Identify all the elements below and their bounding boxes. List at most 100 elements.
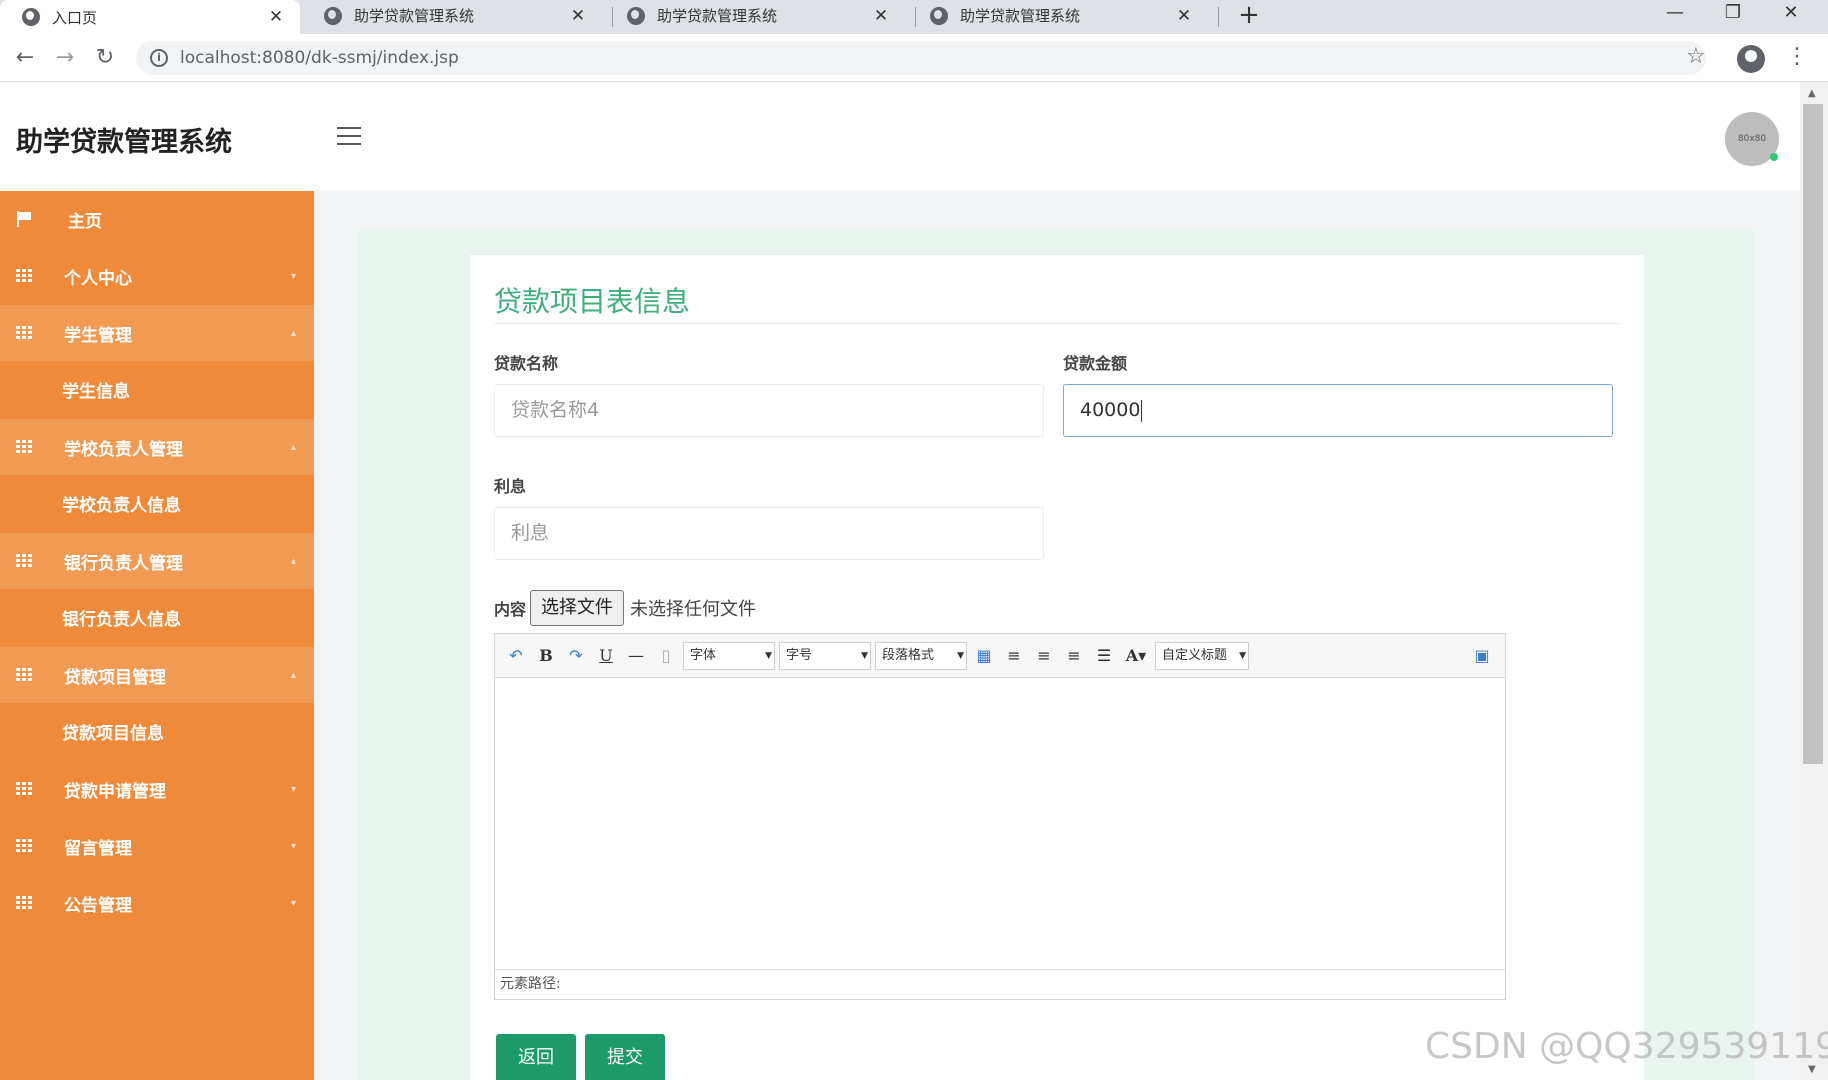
undo-icon[interactable]: ↶ xyxy=(503,643,529,669)
blank-page-icon[interactable]: ▯ xyxy=(653,643,679,669)
dropdown-arrow-icon: ▼ xyxy=(861,650,868,661)
interest-label: 利息 xyxy=(494,477,527,496)
fullscreen-icon[interactable]: ▣ xyxy=(1469,643,1495,669)
sidebar-item-loan-application-management[interactable]: 贷款申请管理 ▾ xyxy=(0,761,314,817)
font-size-select[interactable]: 字号 ▼ xyxy=(779,641,871,670)
sidebar-item-announcement-management[interactable]: 公告管理 ▾ xyxy=(0,875,314,931)
browser-tab-2[interactable]: 助学贷款管理系统 ✕ xyxy=(302,0,602,31)
app-header: 助学贷款管理系统 80x80 xyxy=(0,82,1800,191)
bookmark-star-icon[interactable]: ☆ xyxy=(1686,44,1706,69)
sidebar-item-loan-project-management[interactable]: 贷款项目管理 ▴ xyxy=(0,647,314,703)
editor-toolbar: ↶ B ↷ U — ▯ 字体 ▼ 字号 ▼ 段落格式 ▼ ▦ ≡ ≡ ≡ ☰ A▾ 自… xyxy=(495,634,1505,678)
sidebar-item-home[interactable]: 主页 xyxy=(0,191,314,247)
tab-title: 助学贷款管理系统 xyxy=(354,7,475,25)
font-family-select-label: 字体 xyxy=(690,647,717,663)
sidebar-item-student-management[interactable]: 学生管理 ▴ xyxy=(0,305,314,361)
window-close-button[interactable]: ✕ xyxy=(1766,0,1816,30)
restore-button[interactable]: ❐ xyxy=(1708,0,1758,30)
forward-arrow-icon[interactable]: → xyxy=(50,44,80,74)
scroll-up-arrow-icon[interactable]: ▲ xyxy=(1808,88,1816,99)
sidebar-item-label: 公告管理 xyxy=(64,895,132,916)
loan-name-label: 贷款名称 xyxy=(494,354,559,373)
title-divider xyxy=(494,323,1620,324)
back-arrow-icon[interactable]: ← xyxy=(10,44,40,74)
new-tab-button[interactable]: + xyxy=(1234,0,1264,31)
browser-tab-4[interactable]: 助学贷款管理系统 ✕ xyxy=(908,0,1208,31)
scrollbar-thumb[interactable] xyxy=(1803,104,1823,764)
globe-icon xyxy=(324,6,342,25)
paragraph-format-select-label: 段落格式 xyxy=(882,647,935,663)
globe-icon xyxy=(627,6,645,25)
bold-icon[interactable]: B xyxy=(533,643,559,669)
minimize-button[interactable]: — xyxy=(1650,0,1700,30)
sidebar: 主页 个人中心 ▾ 学生管理 ▴ 学生信息 学校负责人管理 ▴ 学校负责人信息 … xyxy=(0,191,314,1080)
avatar-placeholder-text: 80x80 xyxy=(1737,134,1767,144)
tab-title: 助学贷款管理系统 xyxy=(960,7,1081,25)
font-family-select[interactable]: 字体 ▼ xyxy=(683,641,775,670)
dropdown-arrow-icon: ▼ xyxy=(957,650,964,661)
grid-icon xyxy=(16,668,32,682)
loan-project-form-card: 贷款项目表信息 贷款名称 贷款名称4 贷款金额 40000 利息 利息 内容 选… xyxy=(470,255,1644,1080)
editor-content-area[interactable] xyxy=(495,679,1505,969)
sidebar-item-bank-manager-management[interactable]: 银行负责人管理 ▴ xyxy=(0,533,314,589)
submit-button[interactable]: 提交 xyxy=(585,1034,665,1080)
sidebar-subitem-student-info[interactable]: 学生信息 xyxy=(0,361,314,417)
sidebar-item-label: 留言管理 xyxy=(64,838,132,859)
loan-amount-field[interactable]: 40000 xyxy=(1063,384,1613,437)
sidebar-item-label: 银行负责人管理 xyxy=(64,553,183,574)
url-text: localhost:8080/dk-ssmj/index.jsp xyxy=(180,48,459,68)
sidebar-item-school-manager-management[interactable]: 学校负责人管理 ▴ xyxy=(0,419,314,475)
sidebar-item-personal-center[interactable]: 个人中心 ▾ xyxy=(0,248,314,304)
interest-field[interactable]: 利息 xyxy=(494,507,1044,560)
horizontal-rule-icon[interactable]: — xyxy=(623,643,649,669)
paragraph-format-select[interactable]: 段落格式 ▼ xyxy=(875,641,967,670)
dropdown-arrow-icon: ▼ xyxy=(1239,650,1246,661)
loan-amount-label: 贷款金额 xyxy=(1063,354,1128,373)
loan-name-field[interactable]: 贷款名称4 xyxy=(494,384,1044,437)
align-center-icon[interactable]: ≡ xyxy=(1061,643,1087,669)
browser-menu-icon[interactable]: ⋮ xyxy=(1786,44,1808,69)
underline-icon[interactable]: U xyxy=(593,643,619,669)
choose-file-button[interactable]: 选择文件 xyxy=(530,590,625,626)
tab-title: 入口页 xyxy=(52,8,98,27)
flag-icon xyxy=(17,211,31,227)
align-justify-icon[interactable]: ☰ xyxy=(1091,643,1117,669)
address-bar[interactable]: i localhost:8080/dk-ssmj/index.jsp xyxy=(136,41,1706,75)
site-info-icon[interactable]: i xyxy=(150,49,168,67)
redo-icon[interactable]: ↷ xyxy=(563,643,589,669)
close-tab-icon[interactable]: ✕ xyxy=(871,6,891,26)
sidebar-item-label: 学校负责人管理 xyxy=(64,439,183,460)
close-tab-icon[interactable]: ✕ xyxy=(266,7,286,27)
content-upload-row: 内容 选择文件 未选择任何文件 xyxy=(494,590,756,626)
align-right-icon[interactable]: ≡ xyxy=(1031,643,1057,669)
chevron-up-icon: ▴ xyxy=(290,327,296,339)
page-scrollbar[interactable]: ▲ ▼ xyxy=(1800,82,1828,1080)
custom-heading-select[interactable]: 自定义标题 ▼ xyxy=(1155,641,1249,670)
reload-icon[interactable]: ↻ xyxy=(90,44,120,74)
account-icon[interactable] xyxy=(1737,45,1765,73)
menu-toggle-icon[interactable] xyxy=(337,127,361,145)
sidebar-subitem-bank-manager-info[interactable]: 银行负责人信息 xyxy=(0,589,314,645)
globe-icon xyxy=(930,6,948,25)
align-left-icon[interactable]: ≡ xyxy=(1001,643,1027,669)
sidebar-subitem-loan-project-info[interactable]: 贷款项目信息 xyxy=(0,703,314,759)
back-button[interactable]: 返回 xyxy=(496,1034,576,1080)
grid-icon xyxy=(16,554,32,568)
browser-tab-bar: 入口页 ✕ 助学贷款管理系统 ✕ 助学贷款管理系统 ✕ 助学贷款管理系统 ✕ +… xyxy=(0,0,1828,34)
avatar[interactable]: 80x80 xyxy=(1725,112,1779,166)
file-status-text: 未选择任何文件 xyxy=(630,599,757,620)
sidebar-item-label: 贷款申请管理 xyxy=(64,781,166,802)
browser-tab-3[interactable]: 助学贷款管理系统 ✕ xyxy=(605,0,905,31)
dropdown-arrow-icon: ▼ xyxy=(765,650,772,661)
close-tab-icon[interactable]: ✕ xyxy=(568,6,588,26)
sidebar-item-label: 学生管理 xyxy=(64,325,132,346)
page-title: 贷款项目表信息 xyxy=(494,285,691,318)
font-color-icon[interactable]: A▾ xyxy=(1121,643,1151,669)
sidebar-item-label: 主页 xyxy=(68,211,102,232)
sidebar-subitem-school-manager-info[interactable]: 学校负责人信息 xyxy=(0,475,314,531)
close-tab-icon[interactable]: ✕ xyxy=(1174,6,1194,26)
browser-tab-entry[interactable]: 入口页 ✕ xyxy=(0,0,300,34)
table-icon[interactable]: ▦ xyxy=(971,643,997,669)
text-caret xyxy=(1141,399,1143,422)
sidebar-item-message-management[interactable]: 留言管理 ▾ xyxy=(0,818,314,874)
